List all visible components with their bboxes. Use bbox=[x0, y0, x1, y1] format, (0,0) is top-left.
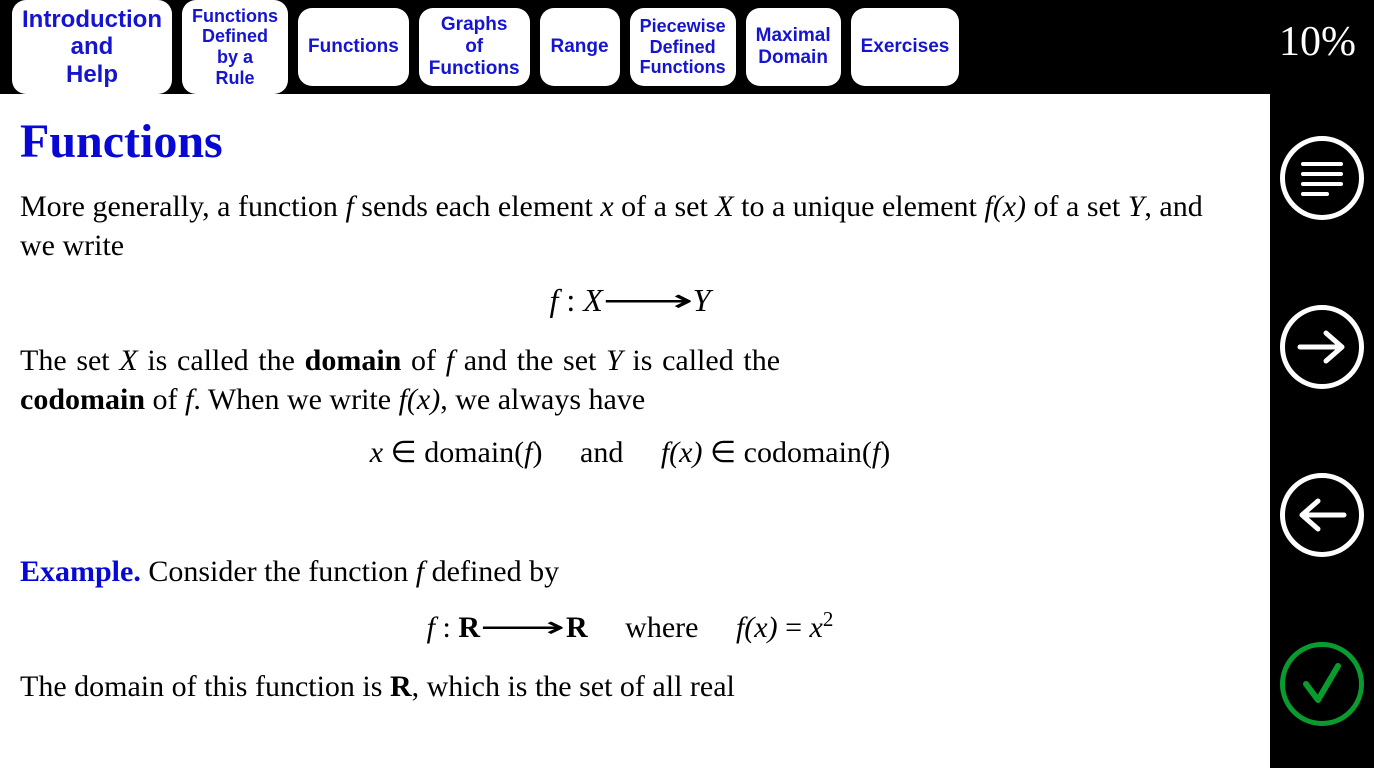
tab-functions-defined-by-rule[interactable]: Functions Defined by a Rule bbox=[182, 0, 288, 94]
tab-introduction[interactable]: Introduction and Help bbox=[12, 0, 172, 94]
arrow-left-icon bbox=[1280, 473, 1364, 557]
equation-membership: x ∈ domain(f) and f(x) ∈ codomain(f) bbox=[20, 435, 1240, 470]
top-navigation-bar: Introduction and Help Functions Defined … bbox=[0, 0, 1374, 94]
main-content: Functions More generally, a function f s… bbox=[0, 94, 1270, 768]
tab-functions[interactable]: Functions bbox=[298, 8, 409, 86]
example-heading: Example. Consider the function f defined… bbox=[20, 552, 1240, 591]
equation-function-map: f : X ⟶ Y bbox=[20, 281, 1240, 319]
tab-strip: Introduction and Help Functions Defined … bbox=[12, 0, 959, 94]
prev-button[interactable] bbox=[1270, 431, 1374, 600]
menu-button[interactable] bbox=[1270, 94, 1374, 263]
tab-graphs-of-functions[interactable]: Graphs of Functions bbox=[419, 8, 530, 86]
page-title: Functions bbox=[20, 114, 1240, 169]
equation-example: f : R ⟶ R where f(x) = x2 bbox=[20, 607, 1240, 645]
tab-piecewise[interactable]: Piecewise Defined Functions bbox=[630, 8, 736, 86]
check-icon bbox=[1280, 642, 1364, 726]
tab-exercises[interactable]: Exercises bbox=[851, 8, 960, 86]
paragraph-domain-R: The domain of this function is R, which … bbox=[20, 667, 780, 706]
tab-range[interactable]: Range bbox=[540, 8, 620, 86]
paragraph-domain-codomain: The set X is called the domain of f and … bbox=[20, 341, 780, 419]
menu-icon bbox=[1280, 136, 1364, 220]
sidebar-controls bbox=[1270, 94, 1374, 768]
progress-indicator: 10% bbox=[1279, 18, 1356, 66]
next-button[interactable] bbox=[1270, 263, 1374, 432]
arrow-right-icon bbox=[1280, 305, 1364, 389]
paragraph-intro: More generally, a function f sends each … bbox=[20, 187, 1240, 265]
check-button[interactable] bbox=[1270, 600, 1374, 768]
tab-maximal-domain[interactable]: Maximal Domain bbox=[746, 8, 841, 86]
